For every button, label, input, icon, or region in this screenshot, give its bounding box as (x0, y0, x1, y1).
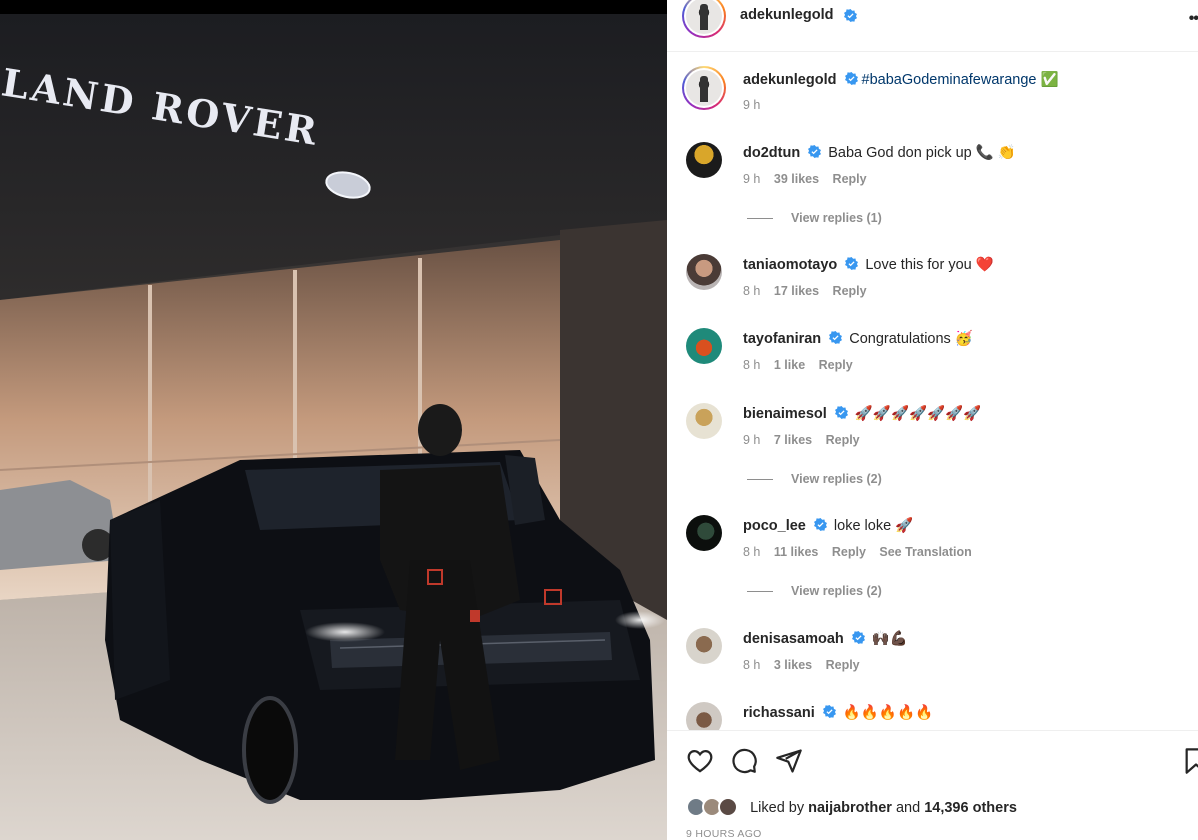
caption-username[interactable]: adekunlegold (743, 72, 836, 88)
reply-button[interactable]: Reply (833, 284, 867, 298)
comment-text: 🚀🚀🚀🚀🚀🚀🚀 (854, 406, 982, 422)
commenter-avatar[interactable] (686, 142, 722, 178)
comment-time: 9 h (743, 172, 761, 186)
comment-text: Baba God don pick up 📞 👏 (828, 145, 1016, 161)
caption-hashtag-link[interactable]: #babaGodeminafewarange (862, 72, 1037, 88)
verified-badge-icon (851, 631, 865, 644)
comment-likes-link[interactable]: 39 likes (774, 172, 819, 186)
commenter-avatar[interactable] (686, 403, 722, 439)
comment-likes-link[interactable]: 11 likes (774, 545, 819, 559)
comment-username[interactable]: taniaomotayo (743, 257, 837, 273)
verified-badge-icon (829, 331, 843, 344)
verified-badge-icon (813, 518, 827, 531)
comment-time: 9 h (743, 433, 761, 447)
post-timestamp[interactable]: 9 HOURS AGO (686, 828, 762, 840)
comment-text: 🔥🔥🔥🔥🔥 (842, 705, 934, 721)
view-replies-button[interactable]: View replies (2) (747, 472, 882, 486)
reply-button[interactable]: Reply (826, 433, 860, 447)
commenter-avatar[interactable] (686, 515, 722, 551)
comment-text: loke loke 🚀 (833, 518, 914, 534)
caption-author-avatar[interactable] (682, 66, 726, 110)
commenter-avatar[interactable] (686, 254, 722, 290)
commenter-avatar[interactable] (686, 628, 722, 664)
verified-badge-icon (844, 9, 857, 22)
verified-badge-icon (808, 145, 822, 158)
reply-button[interactable]: Reply (833, 172, 867, 186)
commenter-avatar[interactable] (686, 328, 722, 364)
post-photo[interactable]: LAND ROVER (0, 0, 667, 840)
verified-badge-icon (844, 72, 858, 85)
others-likes-link[interactable]: 14,396 others (924, 800, 1017, 816)
comment-time: 8 h (743, 358, 761, 372)
comment-time: 8 h (743, 545, 761, 559)
liked-by-prefix: Liked by (750, 800, 805, 816)
comment-icon[interactable] (730, 747, 758, 775)
comment-username[interactable]: do2dtun (743, 145, 800, 161)
share-icon[interactable] (775, 747, 803, 775)
verified-badge-icon (845, 257, 859, 270)
author-username[interactable]: adekunlegold (740, 7, 833, 23)
see-translation-button[interactable]: See Translation (879, 545, 971, 559)
caption-time: 9 h (743, 98, 761, 112)
view-replies-button[interactable]: View replies (2) (747, 584, 882, 598)
comment-text: Congratulations 🥳 (849, 331, 973, 347)
comment-likes-link[interactable]: 17 likes (774, 284, 819, 298)
photo-scene: LAND ROVER (0, 14, 667, 840)
post-header: adekunlegold •• (667, 0, 1198, 52)
liked-by-summary: Liked by naijabrother and 14,396 others (686, 797, 1017, 817)
heart-icon[interactable] (686, 747, 714, 775)
author-avatar[interactable] (682, 0, 726, 38)
verified-badge-icon (822, 705, 836, 718)
comment-username[interactable]: bienaimesol (743, 406, 827, 422)
reply-button[interactable]: Reply (826, 658, 860, 672)
comment-username[interactable]: tayofaniran (743, 331, 821, 347)
liked-by-and: and (895, 800, 921, 816)
comment-text: 🙌🏿💪🏿 (871, 631, 908, 647)
comment-text: Love this for you ❤️ (865, 257, 994, 273)
reply-button[interactable]: Reply (819, 358, 853, 372)
comment-likes-link[interactable]: 3 likes (774, 658, 812, 672)
caption-emoji: ✅ (1040, 72, 1059, 88)
bookmark-icon[interactable] (1182, 747, 1198, 775)
comment-likes-link[interactable]: 1 like (774, 358, 805, 372)
comment-time: 8 h (743, 284, 761, 298)
comment-username[interactable]: denisasamoah (743, 631, 844, 647)
comment-time: 8 h (743, 658, 761, 672)
post-actions-bar: Liked by naijabrother and 14,396 others … (667, 730, 1198, 840)
post-detail-panel: adekunlegold •• adekunlegold #babaGodemi… (667, 0, 1198, 840)
liked-by-user-link[interactable]: naijabrother (808, 800, 892, 816)
view-replies-button[interactable]: View replies (1) (747, 211, 882, 225)
liker-avatar (718, 797, 739, 817)
more-options-icon[interactable]: •• (1189, 10, 1198, 28)
comment-username[interactable]: richassani (743, 705, 815, 721)
comment-username[interactable]: poco_lee (743, 518, 806, 534)
verified-badge-icon (834, 406, 848, 419)
comment-likes-link[interactable]: 7 likes (774, 433, 812, 447)
reply-button[interactable]: Reply (832, 545, 866, 559)
